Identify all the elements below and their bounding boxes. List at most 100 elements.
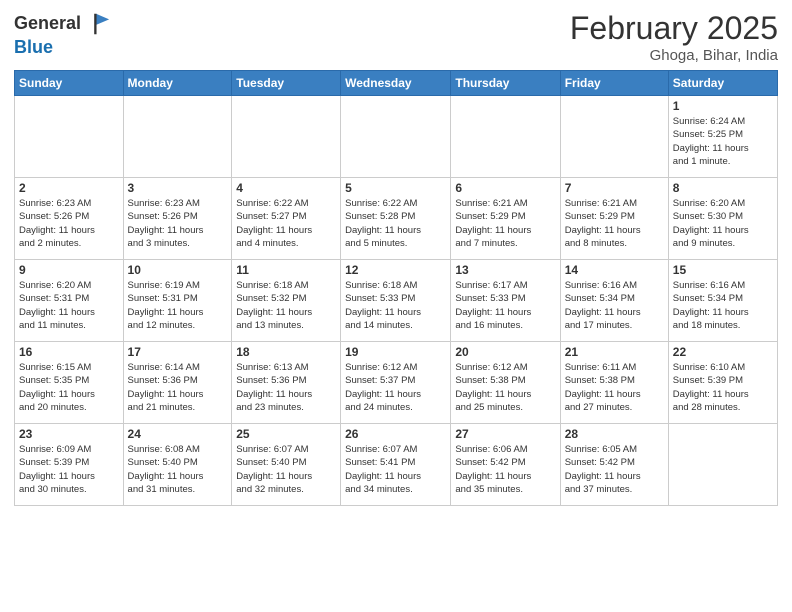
calendar-cell: 26 Sunrise: 6:07 AM Sunset: 5:41 PM Dayli… — [341, 424, 451, 506]
day-info: Sunrise: 6:20 AM Sunset: 5:31 PM Dayligh… — [19, 279, 119, 332]
day-number: 24 — [128, 427, 228, 441]
day-number: 4 — [236, 181, 336, 195]
day-info: Sunrise: 6:12 AM Sunset: 5:38 PM Dayligh… — [455, 361, 555, 414]
calendar-cell — [560, 96, 668, 178]
page: General Blue February 2025 Ghoga, Bihar,… — [0, 0, 792, 612]
day-info: Sunrise: 6:16 AM Sunset: 5:34 PM Dayligh… — [565, 279, 664, 332]
day-number: 23 — [19, 427, 119, 441]
day-info: Sunrise: 6:05 AM Sunset: 5:42 PM Dayligh… — [565, 443, 664, 496]
week-row-4: 16 Sunrise: 6:15 AM Sunset: 5:35 PM Dayli… — [15, 342, 778, 424]
header: General Blue February 2025 Ghoga, Bihar,… — [14, 10, 778, 64]
week-row-3: 9 Sunrise: 6:20 AM Sunset: 5:31 PM Daylig… — [15, 260, 778, 342]
location: Ghoga, Bihar, India — [570, 47, 778, 64]
day-info: Sunrise: 6:14 AM Sunset: 5:36 PM Dayligh… — [128, 361, 228, 414]
calendar-cell: 24 Sunrise: 6:08 AM Sunset: 5:40 PM Dayli… — [123, 424, 232, 506]
logo: General Blue — [14, 10, 111, 58]
col-header-tuesday: Tuesday — [232, 71, 341, 96]
day-number: 2 — [19, 181, 119, 195]
day-number: 1 — [673, 99, 773, 113]
day-info: Sunrise: 6:11 AM Sunset: 5:38 PM Dayligh… — [565, 361, 664, 414]
calendar-cell: 2Sunrise: 6:23 AM Sunset: 5:26 PM Daylig… — [15, 178, 124, 260]
day-info: Sunrise: 6:18 AM Sunset: 5:32 PM Dayligh… — [236, 279, 336, 332]
calendar-cell — [123, 96, 232, 178]
day-number: 6 — [455, 181, 555, 195]
calendar-cell: 23 Sunrise: 6:09 AM Sunset: 5:39 PM Dayli… — [15, 424, 124, 506]
day-info: Sunrise: 6:21 AM Sunset: 5:29 PM Dayligh… — [455, 197, 555, 250]
calendar-cell: 8Sunrise: 6:20 AM Sunset: 5:30 PM Daylig… — [668, 178, 777, 260]
day-info: Sunrise: 6:10 AM Sunset: 5:39 PM Dayligh… — [673, 361, 773, 414]
day-number: 15 — [673, 263, 773, 277]
day-number: 10 — [128, 263, 228, 277]
day-info: Sunrise: 6:17 AM Sunset: 5:33 PM Dayligh… — [455, 279, 555, 332]
calendar-cell — [668, 424, 777, 506]
month-title: February 2025 — [570, 10, 778, 47]
calendar-cell: 18 Sunrise: 6:13 AM Sunset: 5:36 PM Dayli… — [232, 342, 341, 424]
day-info: Sunrise: 6:15 AM Sunset: 5:35 PM Dayligh… — [19, 361, 119, 414]
col-header-sunday: Sunday — [15, 71, 124, 96]
col-header-monday: Monday — [123, 71, 232, 96]
calendar-cell — [232, 96, 341, 178]
week-row-5: 23 Sunrise: 6:09 AM Sunset: 5:39 PM Dayli… — [15, 424, 778, 506]
calendar-cell: 9 Sunrise: 6:20 AM Sunset: 5:31 PM Daylig… — [15, 260, 124, 342]
calendar-cell — [451, 96, 560, 178]
logo-flag-icon — [83, 10, 111, 38]
week-row-2: 2 Sunrise: 6:23 AM Sunset: 5:26 PM Daylig… — [15, 178, 778, 260]
day-number: 8 — [673, 181, 773, 195]
calendar-cell: 14 Sunrise: 6:16 AM Sunset: 5:34 PM Dayli… — [560, 260, 668, 342]
day-info: Sunrise: 6:23 AM Sunset: 5:26 PM Dayligh… — [128, 197, 228, 250]
title-block: February 2025 Ghoga, Bihar, India — [570, 10, 778, 64]
day-number: 12 — [345, 263, 446, 277]
day-number: 21 — [565, 345, 664, 359]
day-number: 28 — [565, 427, 664, 441]
day-info: Sunrise: 6:13 AM Sunset: 5:36 PM Dayligh… — [236, 361, 336, 414]
col-header-thursday: Thursday — [451, 71, 560, 96]
day-info: Sunrise: 6:08 AM Sunset: 5:40 PM Dayligh… — [128, 443, 228, 496]
calendar-cell: 6 Sunrise: 6:21 AM Sunset: 5:29 PM Daylig… — [451, 178, 560, 260]
calendar-cell: 17Sunrise: 6:14 AM Sunset: 5:36 PM Dayli… — [123, 342, 232, 424]
week-row-1: 1Sunrise: 6:24 AM Sunset: 5:25 PM Daylig… — [15, 96, 778, 178]
day-info: Sunrise: 6:09 AM Sunset: 5:39 PM Dayligh… — [19, 443, 119, 496]
day-info: Sunrise: 6:18 AM Sunset: 5:33 PM Dayligh… — [345, 279, 446, 332]
calendar-cell: 10 Sunrise: 6:19 AM Sunset: 5:31 PM Dayli… — [123, 260, 232, 342]
day-info: Sunrise: 6:16 AM Sunset: 5:34 PM Dayligh… — [673, 279, 773, 332]
day-number: 18 — [236, 345, 336, 359]
day-info: Sunrise: 6:21 AM Sunset: 5:29 PM Dayligh… — [565, 197, 664, 250]
calendar-cell: 11 Sunrise: 6:18 AM Sunset: 5:32 PM Dayli… — [232, 260, 341, 342]
day-number: 3 — [128, 181, 228, 195]
day-info: Sunrise: 6:22 AM Sunset: 5:28 PM Dayligh… — [345, 197, 446, 250]
day-number: 11 — [236, 263, 336, 277]
logo-general: General — [14, 14, 81, 34]
day-info: Sunrise: 6:07 AM Sunset: 5:41 PM Dayligh… — [345, 443, 446, 496]
day-number: 26 — [345, 427, 446, 441]
calendar-header-row: SundayMondayTuesdayWednesdayThursdayFrid… — [15, 71, 778, 96]
day-number: 19 — [345, 345, 446, 359]
day-number: 9 — [19, 263, 119, 277]
day-info: Sunrise: 6:12 AM Sunset: 5:37 PM Dayligh… — [345, 361, 446, 414]
day-number: 5 — [345, 181, 446, 195]
calendar-cell: 21 Sunrise: 6:11 AM Sunset: 5:38 PM Dayli… — [560, 342, 668, 424]
calendar-cell: 5 Sunrise: 6:22 AM Sunset: 5:28 PM Daylig… — [341, 178, 451, 260]
calendar-cell: 22 Sunrise: 6:10 AM Sunset: 5:39 PM Dayli… — [668, 342, 777, 424]
day-number: 22 — [673, 345, 773, 359]
calendar-cell: 7 Sunrise: 6:21 AM Sunset: 5:29 PM Daylig… — [560, 178, 668, 260]
col-header-friday: Friday — [560, 71, 668, 96]
calendar-cell: 13 Sunrise: 6:17 AM Sunset: 5:33 PM Dayli… — [451, 260, 560, 342]
calendar-cell: 28 Sunrise: 6:05 AM Sunset: 5:42 PM Dayli… — [560, 424, 668, 506]
calendar-cell: 4Sunrise: 6:22 AM Sunset: 5:27 PM Daylig… — [232, 178, 341, 260]
calendar-cell: 20Sunrise: 6:12 AM Sunset: 5:38 PM Dayli… — [451, 342, 560, 424]
day-number: 16 — [19, 345, 119, 359]
calendar-cell: 25Sunrise: 6:07 AM Sunset: 5:40 PM Dayli… — [232, 424, 341, 506]
calendar-cell — [341, 96, 451, 178]
day-number: 7 — [565, 181, 664, 195]
day-info: Sunrise: 6:06 AM Sunset: 5:42 PM Dayligh… — [455, 443, 555, 496]
day-number: 14 — [565, 263, 664, 277]
day-info: Sunrise: 6:19 AM Sunset: 5:31 PM Dayligh… — [128, 279, 228, 332]
day-number: 25 — [236, 427, 336, 441]
calendar-cell: 12 Sunrise: 6:18 AM Sunset: 5:33 PM Dayli… — [341, 260, 451, 342]
calendar-cell: 15 Sunrise: 6:16 AM Sunset: 5:34 PM Dayli… — [668, 260, 777, 342]
calendar-cell: 1Sunrise: 6:24 AM Sunset: 5:25 PM Daylig… — [668, 96, 777, 178]
logo-blue: Blue — [14, 37, 53, 57]
day-number: 13 — [455, 263, 555, 277]
calendar-cell — [15, 96, 124, 178]
calendar-cell: 16 Sunrise: 6:15 AM Sunset: 5:35 PM Dayli… — [15, 342, 124, 424]
